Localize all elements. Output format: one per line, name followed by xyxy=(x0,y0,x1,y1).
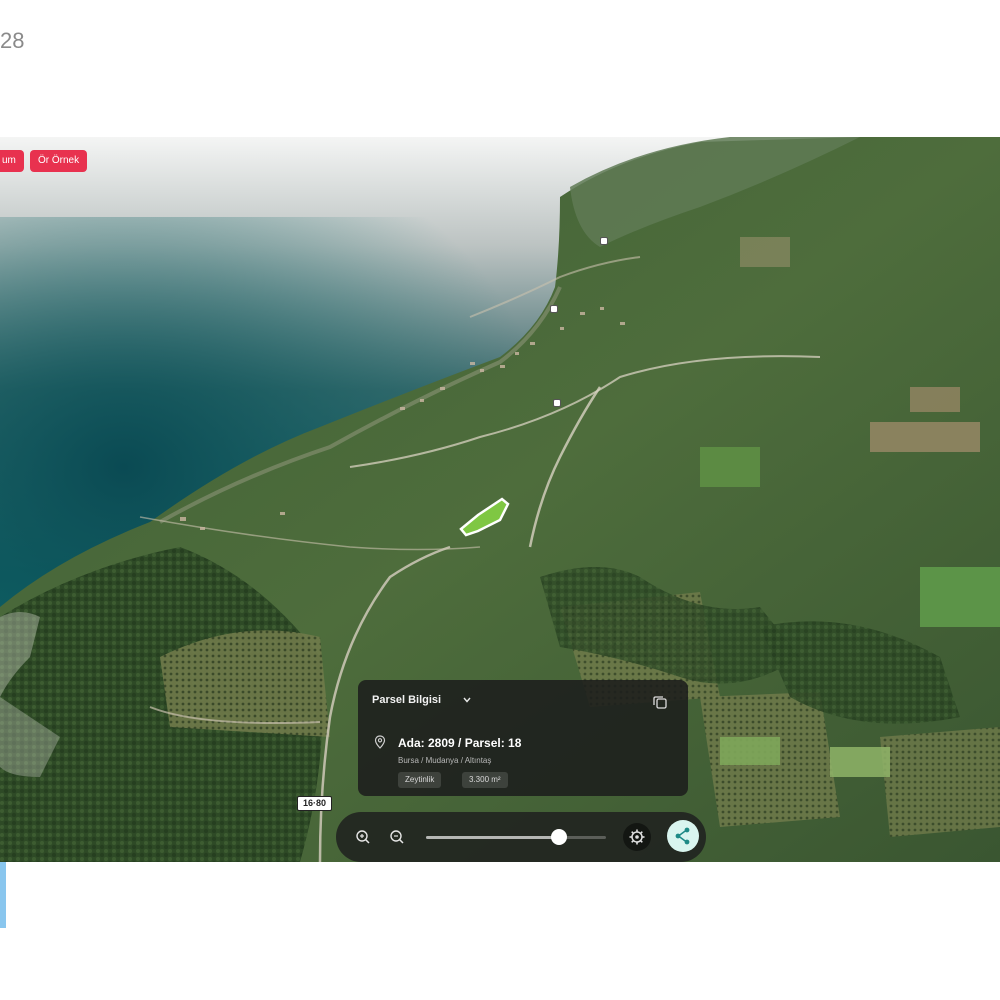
map-viewport[interactable]: um Ör Örnek 16·80 Parsel Bilgisi Ada: 28… xyxy=(0,137,1000,862)
chevron-down-icon[interactable] xyxy=(462,695,472,705)
parcel-card-header[interactable]: Parsel Bilgisi xyxy=(372,694,441,706)
road-label xyxy=(600,237,608,245)
road-label xyxy=(550,305,558,313)
zoom-slider-fill xyxy=(426,836,560,839)
map-toolbar xyxy=(336,812,706,862)
parcel-title: Ada: 2809 / Parsel: 18 xyxy=(398,736,522,750)
copy-icon[interactable] xyxy=(652,694,668,710)
zoom-out-icon[interactable] xyxy=(386,826,408,848)
location-pin-icon xyxy=(374,735,386,749)
zoom-slider-track[interactable] xyxy=(426,836,606,839)
side-panel-edge xyxy=(0,862,6,928)
zoom-in-icon[interactable] xyxy=(352,826,374,848)
road-number-label: 16·80 xyxy=(297,796,333,811)
page: 28 um Ör Örnek 16·80 Parsel Bilgisi Ada:… xyxy=(0,0,1000,1000)
share-icon xyxy=(675,827,690,845)
settings-icon xyxy=(629,829,645,845)
example-badge[interactable]: Ör Örnek xyxy=(30,150,88,172)
parcel-location: Bursa / Mudanya / Altıntaş xyxy=(398,756,492,765)
settings-button[interactable] xyxy=(623,823,651,851)
image-counter: 28 xyxy=(0,28,25,53)
road-label xyxy=(553,399,561,407)
map-badge[interactable]: um xyxy=(0,150,24,172)
share-button[interactable] xyxy=(667,820,699,852)
zoom-slider-thumb[interactable] xyxy=(551,829,568,845)
area-chip: 3.300 m² xyxy=(462,772,508,788)
parcel-info-card: Parsel Bilgisi Ada: 2809 / Parsel: 18 Bu… xyxy=(358,680,688,796)
land-type-chip: Zeytinlik xyxy=(398,772,442,788)
